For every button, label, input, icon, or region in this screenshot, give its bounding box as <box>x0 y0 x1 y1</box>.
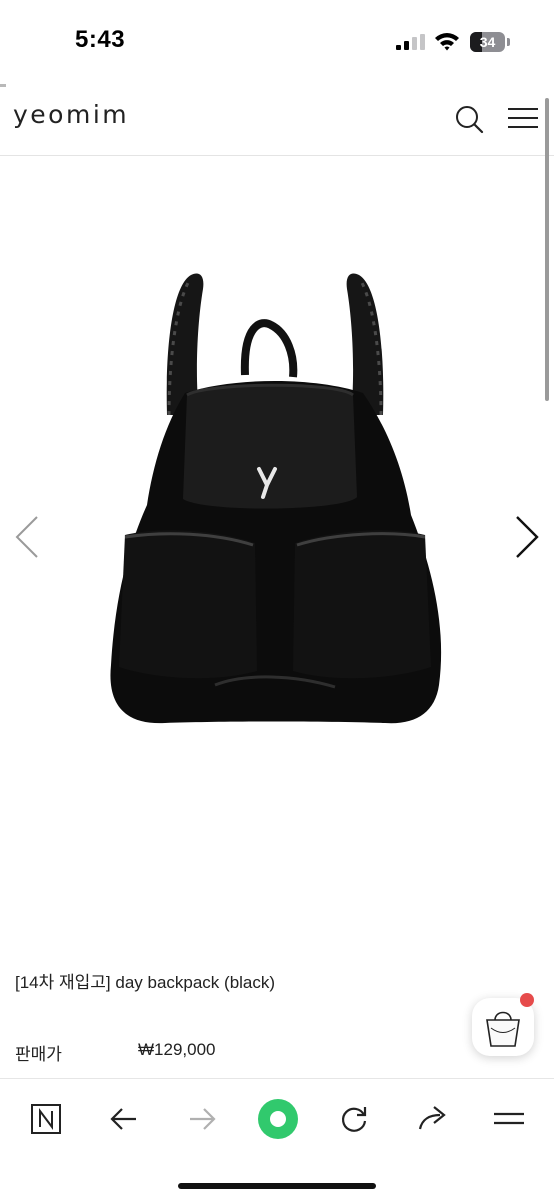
battery-icon: 34 <box>470 32 510 52</box>
price-row: 판매가 ₩129,000 <box>15 1040 315 1064</box>
status-bar: 5:43 34 <box>0 0 554 84</box>
green-circle-icon[interactable] <box>256 1097 300 1141</box>
cellular-signal-icon <box>396 34 425 50</box>
search-icon[interactable] <box>454 104 484 134</box>
home-indicator <box>178 1183 376 1189</box>
site-logo[interactable]: yeomim <box>13 100 129 129</box>
share-icon[interactable] <box>412 1099 452 1139</box>
wifi-icon <box>435 33 459 51</box>
corner-mark <box>0 84 6 87</box>
cart-notification-badge <box>520 993 534 1007</box>
chevron-right-icon[interactable] <box>512 513 542 561</box>
status-time: 5:43 <box>75 26 126 53</box>
forward-arrow-icon[interactable] <box>182 1099 222 1139</box>
product-gallery <box>0 157 554 947</box>
site-header: yeomim <box>0 84 554 156</box>
battery-level: 34 <box>479 34 496 50</box>
menu-icon[interactable] <box>490 1099 530 1139</box>
back-arrow-icon[interactable] <box>104 1099 144 1139</box>
chevron-left-icon[interactable] <box>12 513 42 561</box>
hamburger-menu-icon[interactable] <box>508 106 542 130</box>
product-image <box>110 273 442 724</box>
price-value: ₩129,000 <box>138 1040 216 1059</box>
n-home-icon[interactable] <box>26 1099 66 1139</box>
shopping-bag-icon <box>486 1011 520 1047</box>
price-label: 판매가 <box>15 1045 62 1064</box>
browser-toolbar <box>0 1078 554 1200</box>
reload-icon[interactable] <box>334 1099 374 1139</box>
product-title: [14차 재입고] day backpack (black) <box>15 973 276 992</box>
